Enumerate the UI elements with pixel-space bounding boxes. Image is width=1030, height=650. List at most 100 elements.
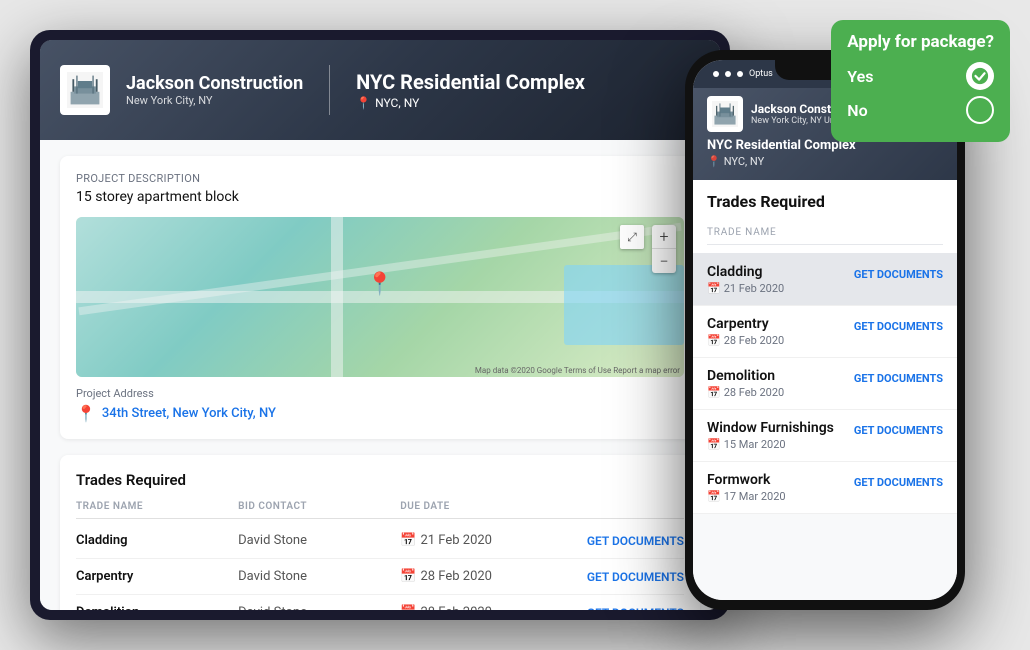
trade-date-cell: 📅28 Feb 2020 (400, 569, 562, 584)
apply-yes-option[interactable]: Yes (847, 62, 994, 90)
calendar-icon: 📅 (400, 569, 416, 584)
calendar-icon: 📅 (400, 605, 416, 610)
trade-contact-cell: David Stone (238, 533, 400, 548)
calendar-icon: 📅 (707, 282, 721, 295)
apply-badge-title: Apply for package? (847, 32, 994, 52)
phone-trade-name: Cladding (707, 264, 784, 280)
map-zoom-out-button[interactable]: − (652, 249, 676, 273)
phone-trade-name: Formwork (707, 472, 786, 488)
phone-trade-date: 📅28 Feb 2020 (707, 386, 784, 399)
phone-trade-date: 📅15 Mar 2020 (707, 438, 834, 451)
trades-required-title: Trades Required (76, 471, 684, 489)
trade-name-cell: Demolition (76, 605, 238, 610)
tablet-company-logo (60, 65, 110, 115)
tablet-project-name: NYC Residential Complex (356, 70, 585, 94)
phone-trade-date: 📅21 Feb 2020 (707, 282, 784, 295)
phone-trade-name: Window Furnishings (707, 420, 834, 436)
phone-get-documents-button[interactable]: GET DOCUMENTS (854, 476, 943, 489)
apply-no-option[interactable]: No (847, 96, 994, 124)
phone-trade-name: Carpentry (707, 316, 784, 332)
trade-contact-cell: David Stone (238, 569, 400, 584)
calendar-icon: 📅 (707, 386, 721, 399)
apply-no-icon[interactable] (966, 96, 994, 124)
trades-table-headers: TRADE NAME BID CONTACT DUE DATE (76, 501, 684, 519)
calendar-icon: 📅 (707, 334, 721, 347)
tablet-header-divider (329, 65, 330, 115)
phone-trade-name: Demolition (707, 368, 784, 384)
map-fullscreen-button[interactable]: ⤢ (620, 225, 644, 249)
map-zoom-controls: + − (652, 225, 676, 273)
trade-name-cell: Cladding (76, 533, 238, 548)
project-description-text: 15 storey apartment block (76, 189, 684, 205)
phone-carrier: Optus (749, 69, 773, 79)
phone-pin-icon: 📍 (707, 155, 721, 168)
get-documents-button[interactable]: GET DOCUMENTS (562, 534, 684, 548)
get-documents-button[interactable]: GET DOCUMENTS (562, 606, 684, 611)
trades-required-card: Trades Required TRADE NAME BID CONTACT D… (60, 455, 700, 610)
apply-badge: Apply for package? Yes No (831, 20, 1010, 142)
phone-trade-info: Window Furnishings 📅15 Mar 2020 (707, 420, 834, 451)
trades-table: TRADE NAME BID CONTACT DUE DATE Cladding… (76, 501, 684, 610)
calendar-icon: 📅 (707, 438, 721, 451)
apply-no-label: No (847, 101, 867, 120)
project-address: 📍 34th Street, New York City, NY (76, 404, 684, 423)
col-due-date: DUE DATE (400, 501, 562, 512)
table-row: Carpentry David Stone 📅28 Feb 2020 GET D… (76, 559, 684, 595)
trade-contact-cell: David Stone (238, 605, 400, 610)
trade-date-cell: 📅21 Feb 2020 (400, 533, 562, 548)
calendar-icon: 📅 (707, 490, 721, 503)
pin-icon: 📍 (356, 96, 371, 110)
table-row: Demolition David Stone 📅28 Feb 2020 GET … (76, 595, 684, 610)
tablet-device: Jackson Construction New York City, NY N… (30, 30, 730, 620)
phone-get-documents-button[interactable]: GET DOCUMENTS (854, 320, 943, 333)
calendar-icon: 📅 (400, 533, 416, 548)
trade-date-cell: 📅28 Feb 2020 (400, 605, 562, 610)
get-documents-button[interactable]: GET DOCUMENTS (562, 570, 684, 584)
phone-get-documents-button[interactable]: GET DOCUMENTS (854, 372, 943, 385)
map-attribution: Map data ©2020 Google Terms of Use Repor… (475, 366, 680, 375)
col-bid-contact: BID CONTACT (238, 501, 400, 512)
phone-project-location: 📍 NYC, NY (707, 155, 943, 168)
project-address-text: 34th Street, New York City, NY (102, 406, 276, 421)
tablet-header: Jackson Construction New York City, NY N… (40, 40, 720, 140)
phone-trade-row: Carpentry 📅28 Feb 2020 GET DOCUMENTS (693, 306, 957, 358)
address-pin-icon: 📍 (76, 404, 96, 423)
apply-yes-icon[interactable] (966, 62, 994, 90)
tablet-project-location: 📍 NYC, NY (356, 96, 585, 110)
phone-trade-row: Formwork 📅17 Mar 2020 GET DOCUMENTS (693, 462, 957, 514)
phone-get-documents-button[interactable]: GET DOCUMENTS (854, 268, 943, 281)
col-trade-name: TRADE NAME (76, 501, 238, 512)
phone-trade-date: 📅17 Mar 2020 (707, 490, 786, 503)
map-location-pin: 📍 (366, 272, 393, 297)
phone-trade-date: 📅28 Feb 2020 (707, 334, 784, 347)
phone-trade-row: Demolition 📅28 Feb 2020 GET DOCUMENTS (693, 358, 957, 410)
trade-name-cell: Carpentry (76, 569, 238, 584)
phone-trades-list: Cladding 📅21 Feb 2020 GET DOCUMENTS Carp… (693, 254, 957, 514)
phone-trade-row: Cladding 📅21 Feb 2020 GET DOCUMENTS (693, 254, 957, 306)
map-zoom-in-button[interactable]: + (652, 225, 676, 249)
phone-company-logo (707, 96, 743, 132)
address-label: Project Address (76, 387, 154, 400)
phone-trade-info: Formwork 📅17 Mar 2020 (707, 472, 786, 503)
phone-trade-row: Window Furnishings 📅15 Mar 2020 GET DOCU… (693, 410, 957, 462)
signal-dot-2 (725, 71, 731, 77)
phone-body[interactable]: Trades Required TRADE NAME Cladding 📅21 … (693, 180, 957, 600)
table-row: Cladding David Stone 📅21 Feb 2020 GET DO… (76, 523, 684, 559)
project-map: 📍 ⤢ + − Map data ©2020 Google Terms of U… (76, 217, 684, 377)
phone-trade-info: Cladding 📅21 Feb 2020 (707, 264, 784, 295)
project-description-label: Project Description (76, 172, 684, 185)
phone-get-documents-button[interactable]: GET DOCUMENTS (854, 424, 943, 437)
tablet-project-info: NYC Residential Complex 📍 NYC, NY (356, 70, 585, 110)
apply-yes-label: Yes (847, 67, 873, 86)
phone-trades-section: Trades Required TRADE NAME (693, 180, 957, 254)
project-address-row: Project Address (76, 387, 684, 400)
phone-trade-name-label: TRADE NAME (707, 221, 943, 245)
project-description-card: Project Description 15 storey apartment … (60, 156, 700, 439)
tablet-company-name: Jackson Construction (126, 73, 303, 94)
tablet-body[interactable]: Project Description 15 storey apartment … (40, 140, 720, 610)
signal-dot-3 (737, 71, 743, 77)
trades-table-body: Cladding David Stone 📅21 Feb 2020 GET DO… (76, 523, 684, 610)
tablet-screen: Jackson Construction New York City, NY N… (40, 40, 720, 610)
col-action (562, 501, 684, 512)
tablet-company-location: New York City, NY (126, 94, 303, 107)
